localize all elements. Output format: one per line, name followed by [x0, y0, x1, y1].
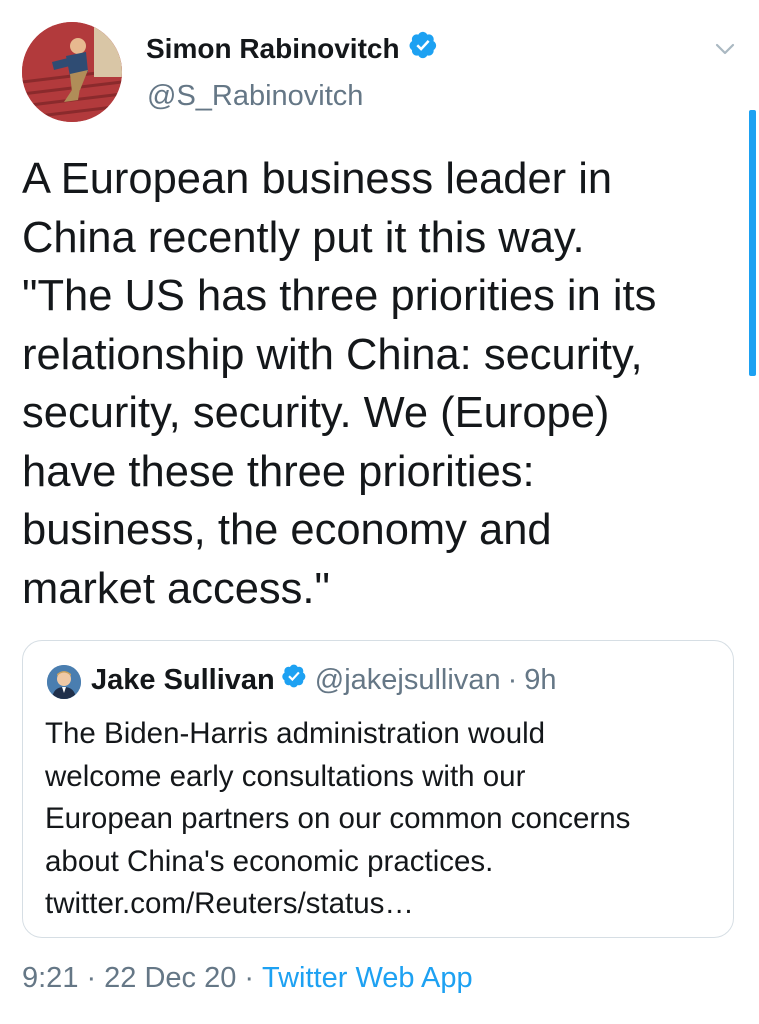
- tweet-text-line: "The US has three priorities in its: [22, 272, 657, 320]
- quoted-author-handle[interactable]: @jakejsullivan: [315, 664, 501, 697]
- separator-dot: ·: [86, 962, 97, 994]
- author-name-row[interactable]: Simon Rabinovitch: [146, 30, 438, 67]
- verified-badge-icon: [281, 663, 307, 697]
- quoted-timestamp[interactable]: 9h: [524, 664, 556, 697]
- author-handle[interactable]: @S_Rabinovitch: [147, 80, 363, 113]
- tweet-date[interactable]: 22 Dec 20: [104, 962, 236, 994]
- separator-dot: ·: [244, 962, 254, 994]
- separator-dot: ·: [507, 663, 518, 696]
- tweet-text-line: have these three priorities:: [22, 447, 535, 496]
- tweet-text-line: China recently put it this way.: [22, 213, 585, 262]
- tweet-time[interactable]: 9:21: [22, 962, 78, 994]
- tweet-text-line: business, the economy and: [22, 506, 552, 554]
- quoted-text-line: European partners on our common concerns: [45, 802, 631, 835]
- quoted-text-line: about China's economic practices.: [45, 844, 494, 878]
- tweet-text-line: market access.": [22, 564, 330, 613]
- tweet-source-link[interactable]: Twitter Web App: [262, 962, 473, 994]
- tweet-meta: 9:21 · 22 Dec 20 · Twitter Web App: [22, 962, 473, 995]
- quoted-text-line: welcome early consultations with our: [45, 759, 526, 793]
- verified-badge-icon: [408, 30, 438, 67]
- tweet-text-line: security, security. We (Europe): [22, 389, 610, 437]
- quoted-text-line: The Biden-Harris administration would: [45, 717, 546, 750]
- quoted-header: Jake Sullivan @jakejsullivan · 9h: [91, 663, 557, 697]
- tweet-text: A European business leader in China rece…: [22, 150, 732, 618]
- scrollbar[interactable]: [749, 110, 756, 376]
- quoted-link[interactable]: twitter.com/Reuters/status…: [45, 883, 715, 926]
- tweet-text-line: A European business leader in: [22, 155, 613, 203]
- tweet-text-line: relationship with China: security,: [22, 330, 643, 379]
- quoted-tweet-text: The Biden-Harris administration would we…: [45, 713, 715, 926]
- quoted-author-avatar[interactable]: [47, 665, 81, 699]
- chevron-down-icon[interactable]: [712, 36, 738, 62]
- author-avatar[interactable]: [22, 22, 122, 122]
- author-name[interactable]: Simon Rabinovitch: [146, 33, 400, 65]
- quoted-author-name[interactable]: Jake Sullivan: [91, 664, 275, 697]
- quoted-tweet-card[interactable]: Jake Sullivan @jakejsullivan · 9h The Bi…: [22, 640, 734, 938]
